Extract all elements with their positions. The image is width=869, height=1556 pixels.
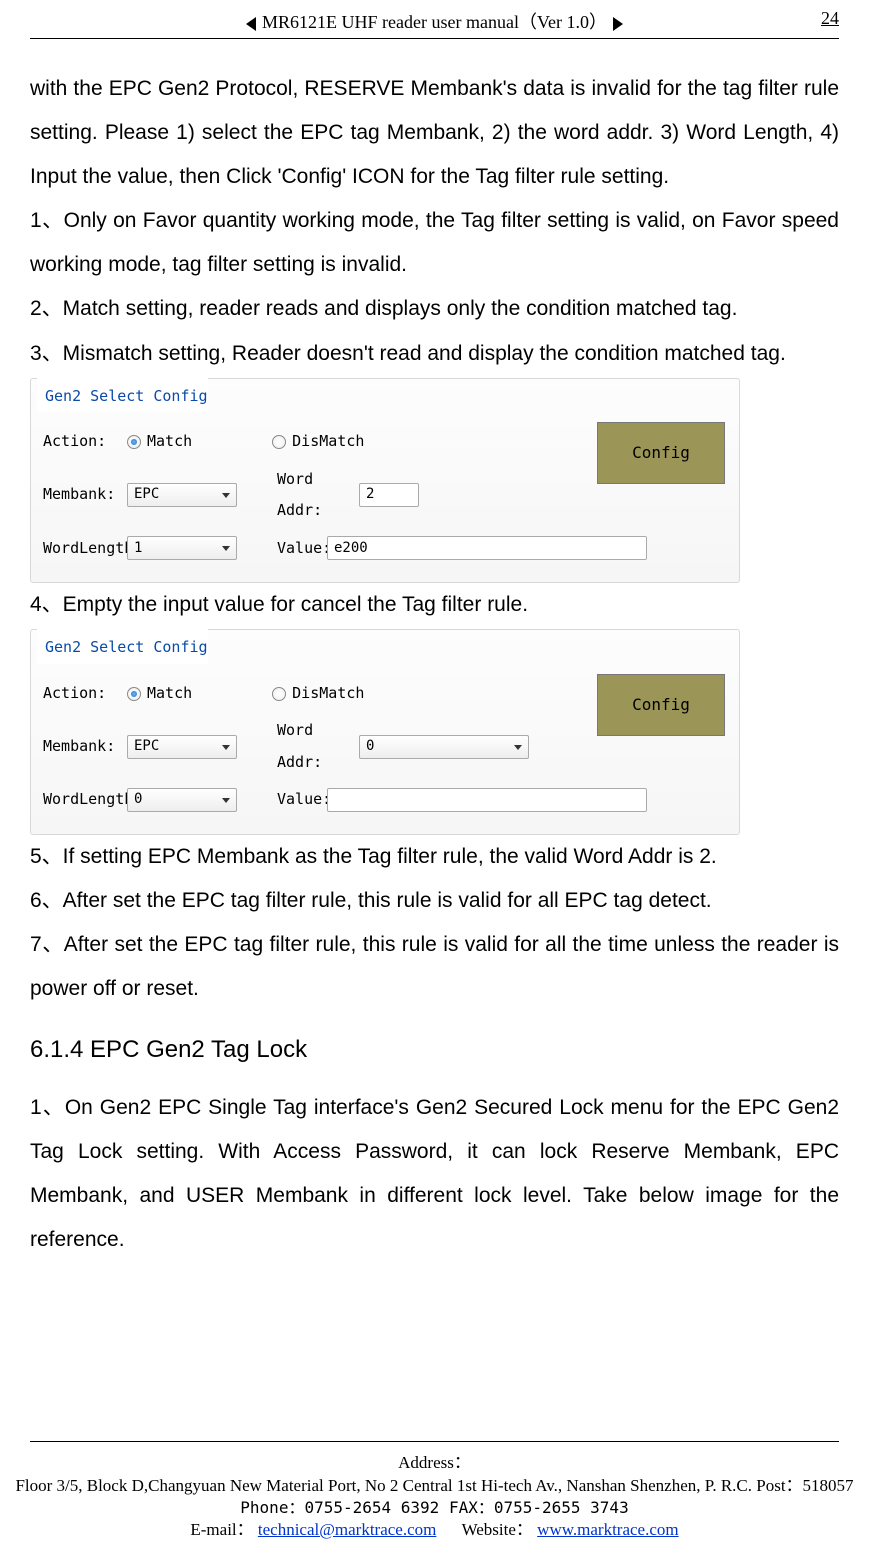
manual-title: MR6121E UHF reader user manual（Ver 1.0）	[262, 8, 607, 34]
gen2-config-panel-2: Gen2 Select Config Config Action: Match …	[30, 629, 740, 835]
footer-phone: Phone：0755-2654 6392 FAX：0755-2655 3743	[0, 1497, 869, 1519]
heading-614: 6.1.4 EPC Gen2 Tag Lock	[30, 1025, 839, 1075]
wordlength-value: 0	[134, 785, 142, 814]
para-6: 6、After set the EPC tag filter rule, thi…	[30, 879, 839, 923]
footer-website-label: Website：	[462, 1520, 533, 1539]
membank-label: Membank:	[37, 479, 127, 511]
value-input[interactable]: e200	[327, 536, 647, 560]
para-7: 7、After set the EPC tag filter rule, thi…	[30, 923, 839, 1011]
radio-dot-icon	[272, 435, 286, 449]
radio-dismatch-label: DisMatch	[292, 678, 364, 710]
wordlength-select[interactable]: 0	[127, 788, 237, 812]
footer-address: Floor 3/5, Block D,Changyuan New Materia…	[0, 1475, 869, 1498]
config-button[interactable]: Config	[597, 674, 725, 736]
wordlength-value: 1	[134, 534, 142, 563]
radio-match[interactable]: Match	[127, 426, 192, 458]
wordaddr-label: Word Addr:	[267, 715, 359, 778]
config-button-label: Config	[632, 436, 690, 470]
para-3: 3、Mismatch setting, Reader doesn't read …	[30, 332, 839, 376]
wordaddr-label: Word Addr:	[267, 464, 359, 527]
wordaddr-value: 2	[366, 480, 374, 509]
membank-select[interactable]: EPC	[127, 735, 237, 759]
triangle-right-icon	[613, 17, 623, 31]
value-label: Value:	[267, 533, 327, 565]
action-label: Action:	[37, 426, 127, 458]
action-label: Action:	[37, 678, 127, 710]
config-button-label: Config	[632, 688, 690, 722]
membank-label: Membank:	[37, 731, 127, 763]
value-input[interactable]	[327, 788, 647, 812]
para-1: 1、Only on Favor quantity working mode, t…	[30, 199, 839, 287]
page-header: MR6121E UHF reader user manual（Ver 1.0） …	[30, 0, 839, 34]
radio-dot-icon	[127, 687, 141, 701]
wordlength-select[interactable]: 1	[127, 536, 237, 560]
membank-select[interactable]: EPC	[127, 483, 237, 507]
wordaddr-value: 0	[366, 732, 374, 761]
page-content: with the EPC Gen2 Protocol, RESERVE Memb…	[30, 67, 839, 1262]
triangle-left-icon	[246, 17, 256, 31]
membank-value: EPC	[134, 732, 159, 761]
value-value: e200	[334, 534, 368, 563]
wordaddr-select[interactable]: 0	[359, 735, 529, 759]
radio-dismatch-label: DisMatch	[292, 426, 364, 458]
para-4: 4、Empty the input value for cancel the T…	[30, 583, 839, 627]
radio-dot-icon	[127, 435, 141, 449]
page-footer: Address： Floor 3/5, Block D,Changyuan Ne…	[0, 1441, 869, 1542]
para-5: 5、If setting EPC Membank as the Tag filt…	[30, 835, 839, 879]
footer-address-label: Address：	[0, 1452, 869, 1475]
radio-dismatch[interactable]: DisMatch	[272, 678, 364, 710]
para-8: 1、On Gen2 EPC Single Tag interface's Gen…	[30, 1086, 839, 1262]
footer-divider	[30, 1441, 839, 1442]
header-divider	[30, 38, 839, 39]
radio-match-label: Match	[147, 678, 192, 710]
radio-dot-icon	[272, 687, 286, 701]
page-number: 24	[821, 8, 839, 29]
wordlength-label: WordLength:	[37, 784, 127, 816]
config-button[interactable]: Config	[597, 422, 725, 484]
radio-match[interactable]: Match	[127, 678, 192, 710]
membank-value: EPC	[134, 480, 159, 509]
para-intro: with the EPC Gen2 Protocol, RESERVE Memb…	[30, 67, 839, 199]
para-2: 2、Match setting, reader reads and displa…	[30, 287, 839, 331]
radio-dismatch[interactable]: DisMatch	[272, 426, 364, 458]
footer-email-link[interactable]: technical@marktrace.com	[258, 1520, 436, 1539]
wordlength-label: WordLength:	[37, 533, 127, 565]
value-label: Value:	[267, 784, 327, 816]
footer-email-label: E-mail：	[190, 1520, 253, 1539]
footer-website-link[interactable]: www.marktrace.com	[537, 1520, 678, 1539]
wordaddr-input[interactable]: 2	[359, 483, 419, 507]
panel-title: Gen2 Select Config	[37, 628, 208, 664]
footer-contact-line: E-mail： technical@marktrace.com Website：…	[0, 1519, 869, 1542]
panel-title: Gen2 Select Config	[37, 377, 208, 413]
radio-match-label: Match	[147, 426, 192, 458]
gen2-config-panel-1: Gen2 Select Config Config Action: Match …	[30, 378, 740, 584]
